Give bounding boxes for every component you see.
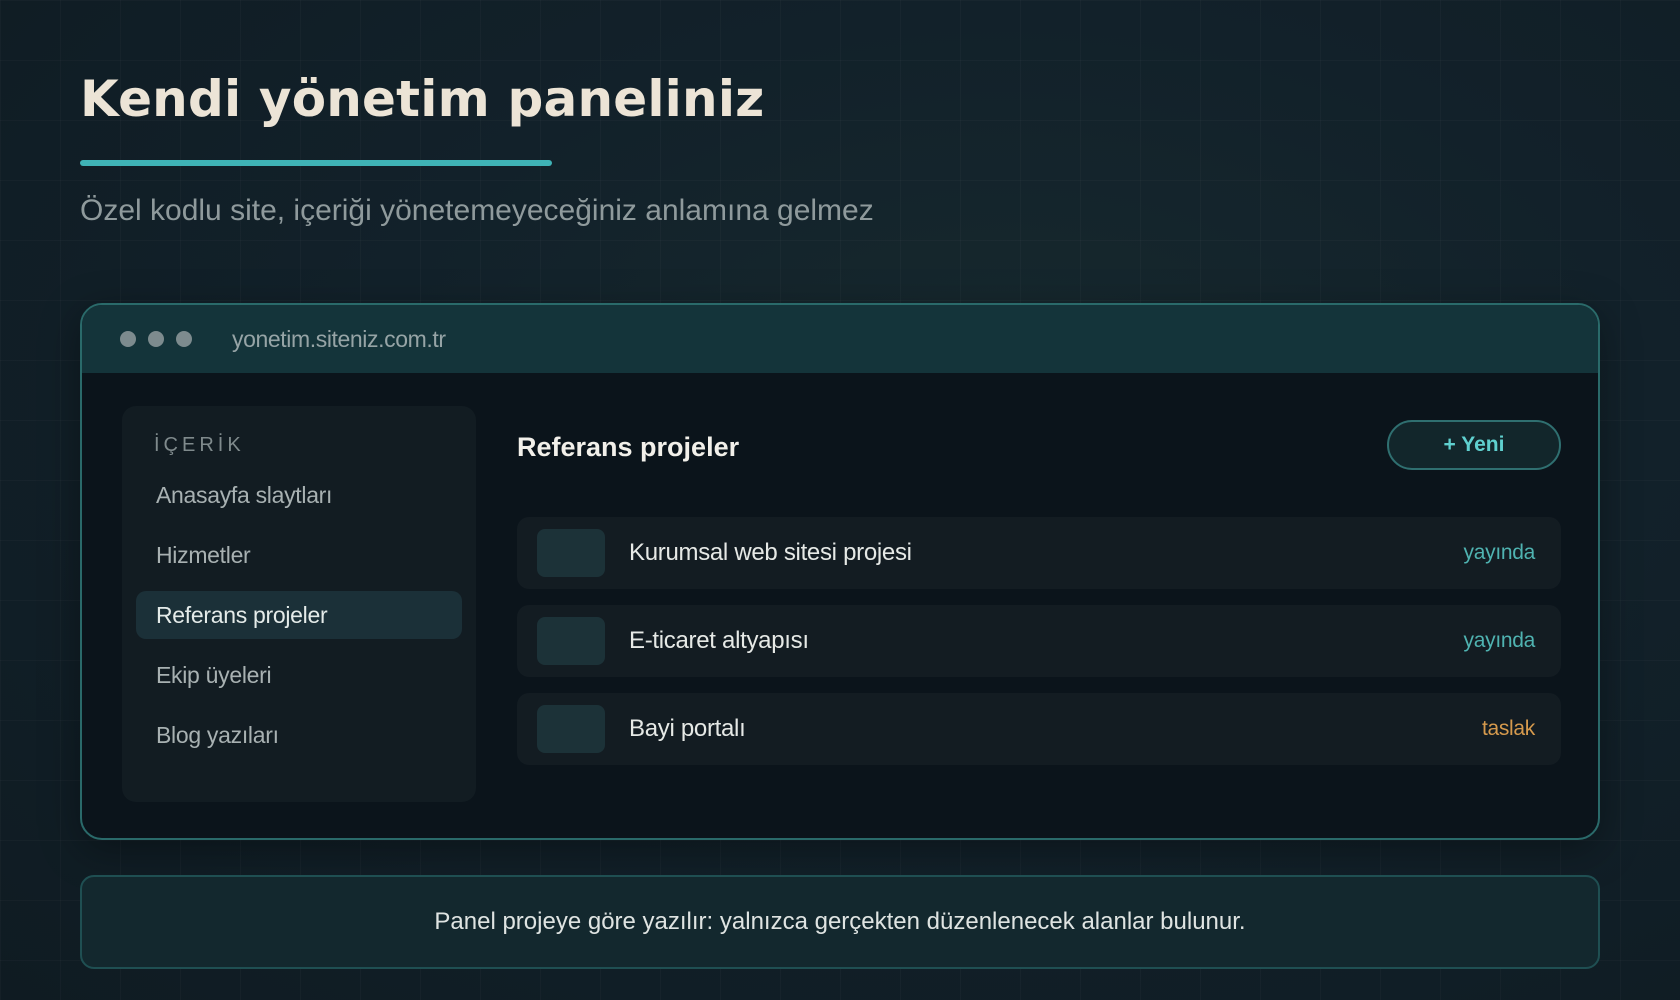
list-item[interactable]: Bayi portalı taslak (517, 693, 1561, 765)
sidebar-item-team-members[interactable]: Ekip üyeleri (136, 651, 462, 699)
browser-window: yonetim.siteniz.com.tr İÇERİK Anasayfa s… (80, 303, 1600, 840)
sidebar-item-services[interactable]: Hizmetler (136, 531, 462, 579)
list-item[interactable]: Kurumsal web sitesi projesi yayında (517, 517, 1561, 589)
browser-address-bar: yonetim.siteniz.com.tr (82, 305, 1598, 373)
list-item-title: Bayi portalı (629, 715, 746, 742)
sidebar-item-blog-posts[interactable]: Blog yazıları (136, 711, 462, 759)
list-item[interactable]: E-ticaret altyapısı yayında (517, 605, 1561, 677)
sidebar-item-reference-projects[interactable]: Referans projeler (136, 591, 462, 639)
thumbnail-placeholder (537, 705, 605, 753)
add-new-button[interactable]: + Yeni (1387, 420, 1561, 470)
thumbnail-placeholder (537, 529, 605, 577)
page-title: Kendi yönetim paneliniz (80, 70, 765, 128)
info-note: Panel projeye göre yazılır: yalnızca ger… (80, 875, 1600, 969)
thumbnail-placeholder (537, 617, 605, 665)
admin-sidebar: İÇERİK Anasayfa slaytları Hizmetler Refe… (122, 406, 476, 802)
list-item-title: Kurumsal web sitesi projesi (629, 539, 912, 566)
section-title: Referans projeler (517, 432, 740, 462)
project-list: Kurumsal web sitesi projesi yayında E-ti… (517, 517, 1561, 781)
window-dot-icon (120, 331, 136, 347)
window-dot-icon (176, 331, 192, 347)
page-subtitle: Özel kodlu site, içeriği yönetemeyeceğin… (80, 194, 874, 227)
window-dot-icon (148, 331, 164, 347)
status-badge: yayında (1463, 629, 1536, 652)
sidebar-item-homepage-slides[interactable]: Anasayfa slaytları (136, 471, 462, 519)
title-underline (80, 160, 552, 166)
status-badge: yayında (1463, 541, 1536, 564)
sidebar-heading: İÇERİK (154, 434, 245, 456)
status-badge: taslak (1481, 717, 1535, 740)
browser-url: yonetim.siteniz.com.tr (232, 325, 446, 352)
list-item-title: E-ticaret altyapısı (629, 627, 809, 654)
